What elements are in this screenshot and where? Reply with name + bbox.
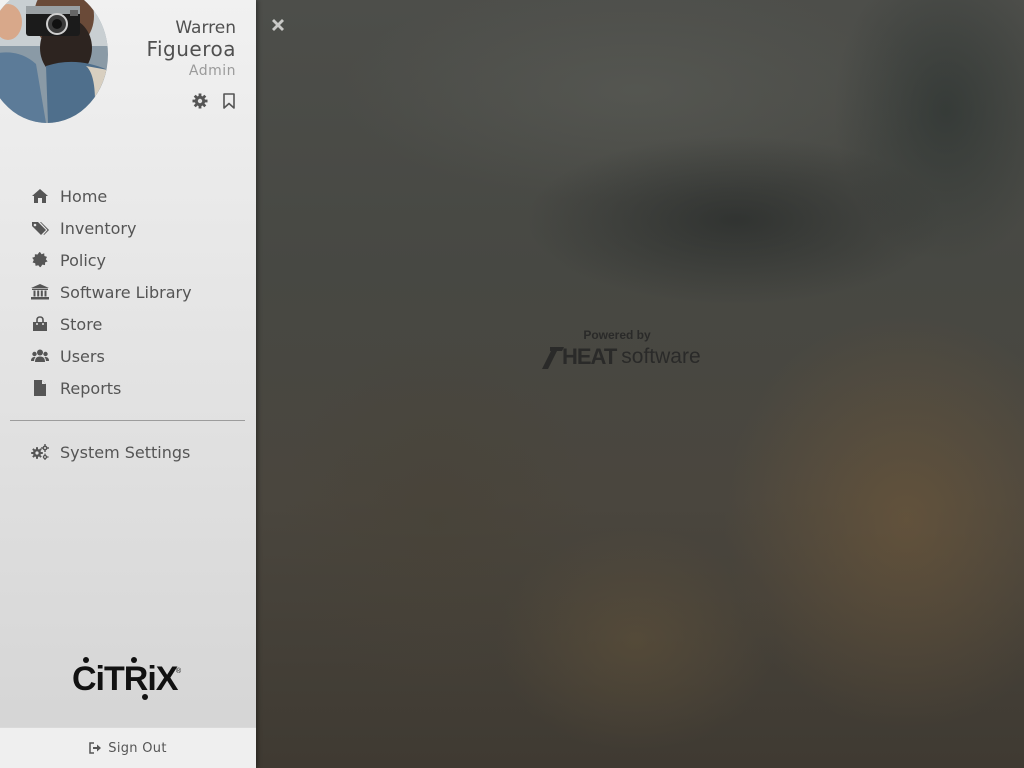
bank-icon bbox=[30, 283, 50, 301]
nav-item-label: Home bbox=[60, 186, 108, 206]
heat-software-logo: HEAT software bbox=[540, 344, 720, 370]
nav-item-system-settings[interactable]: System Settings bbox=[0, 436, 256, 468]
nav-item-label: Reports bbox=[60, 378, 122, 398]
nav-item-home[interactable]: Home bbox=[0, 180, 256, 212]
sign-out-icon bbox=[89, 742, 102, 754]
user-first-name: Warren bbox=[175, 18, 236, 38]
sign-out-label: Sign Out bbox=[108, 740, 167, 756]
heat-logo-mark-icon bbox=[542, 347, 564, 369]
main-nav: Home Inventory Policy Software Library S… bbox=[0, 180, 256, 404]
bookmark-icon[interactable] bbox=[222, 93, 236, 109]
nav-item-policy[interactable]: Policy bbox=[0, 244, 256, 276]
secondary-nav: System Settings bbox=[0, 436, 256, 468]
users-icon bbox=[30, 347, 50, 365]
heat-logo-software: software bbox=[621, 345, 701, 368]
avatar[interactable] bbox=[0, 0, 108, 123]
nav-item-label: Software Library bbox=[60, 282, 192, 302]
nav-item-label: System Settings bbox=[60, 442, 191, 462]
sidebar: Warren Figueroa Admin Home Inventory Pol… bbox=[0, 0, 256, 768]
nav-item-users[interactable]: Users bbox=[0, 340, 256, 372]
nav-item-software-library[interactable]: Software Library bbox=[0, 276, 256, 308]
nav-divider bbox=[10, 420, 245, 421]
background-blurred-image bbox=[256, 0, 1024, 768]
user-role: Admin bbox=[188, 63, 236, 79]
nav-item-label: Users bbox=[60, 346, 105, 366]
file-icon bbox=[30, 379, 50, 397]
shopping-bag-icon bbox=[30, 315, 50, 333]
svg-text:CiTRiX: CiTRiX bbox=[72, 660, 179, 698]
cogs-icon bbox=[30, 443, 50, 461]
citrix-logo: CiTRiX ® bbox=[72, 657, 182, 700]
close-icon[interactable] bbox=[268, 14, 288, 36]
nav-item-reports[interactable]: Reports bbox=[0, 372, 256, 404]
nav-item-label: Policy bbox=[60, 250, 107, 270]
nav-item-label: Store bbox=[60, 314, 103, 334]
svg-text:®: ® bbox=[176, 667, 182, 675]
tags-icon bbox=[30, 219, 50, 237]
gear-icon[interactable] bbox=[192, 93, 208, 109]
home-icon bbox=[30, 187, 50, 205]
nav-item-inventory[interactable]: Inventory bbox=[0, 212, 256, 244]
certificate-icon bbox=[30, 251, 50, 269]
sign-out-button[interactable]: Sign Out bbox=[0, 727, 256, 768]
user-last-name: Figueroa bbox=[146, 37, 236, 61]
heat-logo-word: HEAT bbox=[562, 344, 617, 369]
nav-item-label: Inventory bbox=[60, 218, 137, 238]
nav-item-store[interactable]: Store bbox=[0, 308, 256, 340]
powered-by-label: Powered by bbox=[583, 328, 651, 342]
powered-by-branding: Powered by HEAT software bbox=[540, 328, 720, 370]
